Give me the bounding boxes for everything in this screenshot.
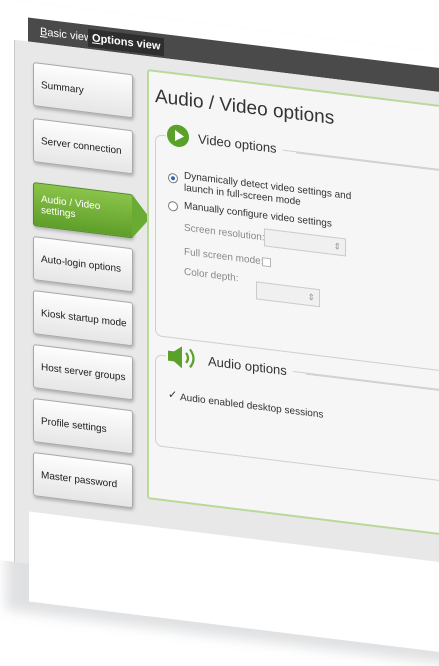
speaker-icon bbox=[168, 346, 195, 369]
play-circle-icon bbox=[167, 124, 189, 147]
tab-options-view-label: ptions view bbox=[100, 33, 161, 53]
tab-options-view-mnemonic: O bbox=[92, 32, 101, 46]
auto-detect-radio[interactable] bbox=[168, 172, 178, 184]
tab-basic-view-label: asic view bbox=[47, 26, 92, 45]
color-depth-label: Color depth: bbox=[184, 266, 239, 285]
sidebar-item-label: Audio / Video settings bbox=[41, 194, 101, 221]
sidebar-item-audio-video-settings[interactable]: Audio / Video settings bbox=[33, 182, 133, 239]
sidebar-item-kiosk-startup-mode[interactable]: Kiosk startup mode bbox=[33, 290, 133, 347]
sidebar-item-label: Host server groups bbox=[41, 361, 126, 383]
group-divider bbox=[296, 152, 439, 177]
sidebar-item-label: Summary bbox=[41, 79, 84, 96]
full-screen-mode-label: Full screen mode: bbox=[184, 246, 264, 268]
video-options-group: Video options Dynamically detect video s… bbox=[155, 122, 439, 379]
sidebar-item-label: Master password bbox=[41, 469, 118, 490]
sidebar-item-label: Profile settings bbox=[41, 415, 107, 435]
audio-options-title: Audio options bbox=[208, 353, 287, 378]
manual-config-radio[interactable] bbox=[168, 200, 178, 212]
settings-body: Summary Server connection Audio / Video … bbox=[14, 39, 439, 656]
sidebar-item-summary[interactable]: Summary bbox=[33, 62, 133, 119]
spinner-arrows-icon: ⇕ bbox=[307, 291, 315, 303]
sidebar-item-label: Server connection bbox=[41, 135, 122, 157]
sidebar-item-label: Auto-login options bbox=[41, 253, 122, 275]
audio-enabled-checkbox[interactable]: ✓ bbox=[168, 389, 177, 402]
group-divider bbox=[306, 373, 439, 397]
sidebar-item-host-server-groups[interactable]: Host server groups bbox=[33, 344, 133, 401]
video-options-title: Video options bbox=[198, 130, 277, 156]
color-depth-select[interactable]: ⇕ bbox=[256, 281, 320, 308]
screen-resolution-select[interactable]: ⇕ bbox=[264, 228, 346, 257]
sidebar-item-master-password[interactable]: Master password bbox=[33, 452, 133, 509]
spinner-arrows-icon: ⇕ bbox=[333, 240, 341, 252]
audio-enabled-label: Audio enabled desktop sessions bbox=[180, 392, 324, 421]
sidebar-item-profile-settings[interactable]: Profile settings bbox=[33, 398, 133, 455]
audio-options-group: Audio options ✓ Audio enabled desktop se… bbox=[155, 342, 439, 489]
video-options-header: Video options bbox=[166, 122, 283, 161]
sidebar-item-label: Kiosk startup mode bbox=[41, 307, 127, 330]
options-panel: Audio / Video options Video options Dyna… bbox=[147, 69, 439, 541]
app-window: Basic view Options view Summary Server c… bbox=[0, 0, 439, 656]
sidebar-item-auto-login-options[interactable]: Auto-login options bbox=[33, 236, 133, 293]
sidebar-item-server-connection[interactable]: Server connection bbox=[33, 118, 133, 175]
screen-resolution-label: Screen resolution: bbox=[184, 222, 265, 244]
full-screen-mode-checkbox[interactable] bbox=[262, 257, 271, 268]
